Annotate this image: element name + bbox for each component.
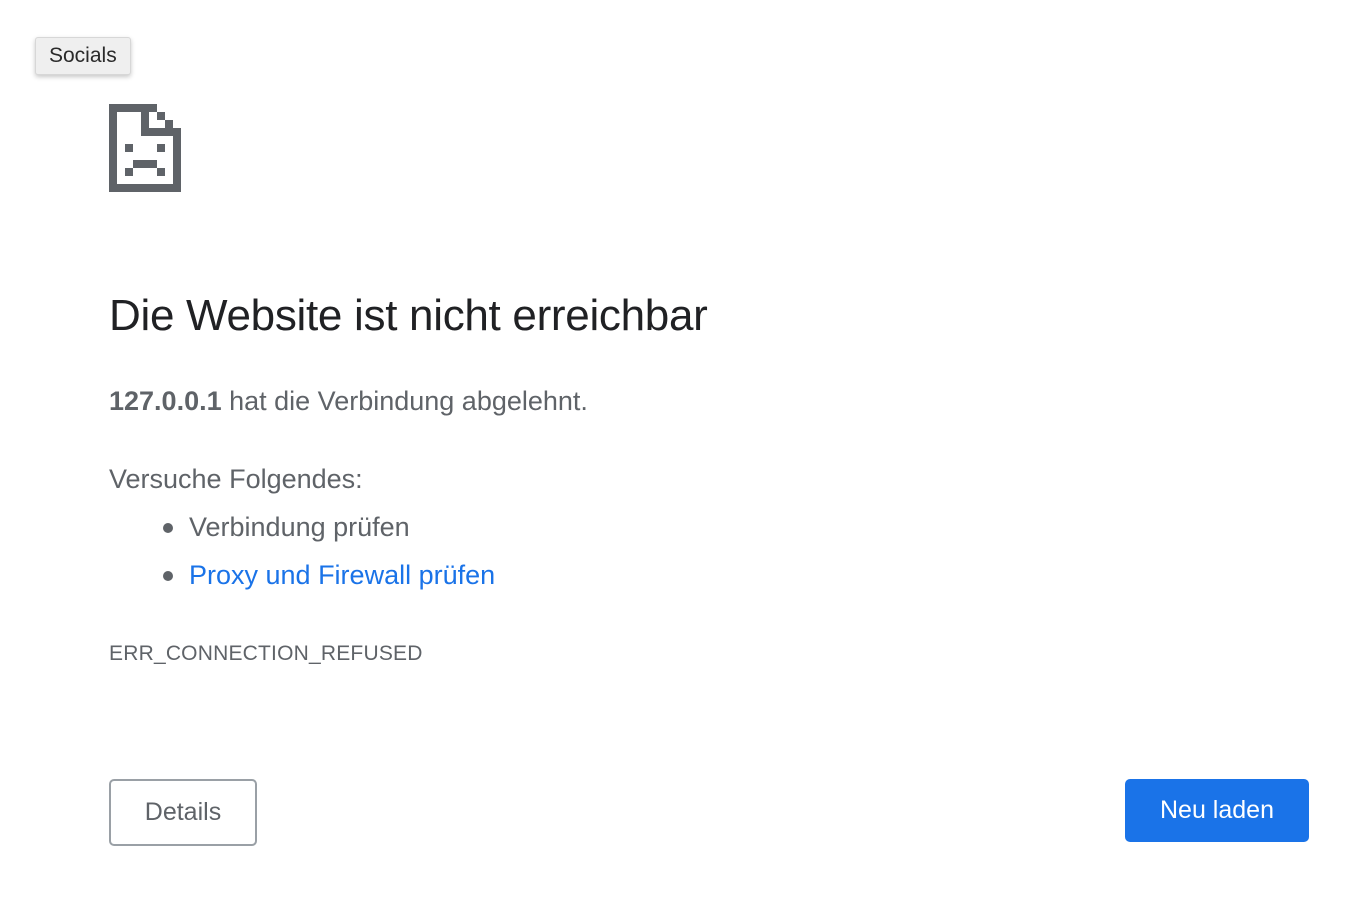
summary-text: hat die Verbindung abgelehnt. [221,386,588,416]
host-name: 127.0.0.1 [109,386,222,416]
reload-button[interactable]: Neu laden [1125,779,1309,842]
suggestion-check-proxy-firewall: Proxy und Firewall prüfen [109,557,495,605]
proxy-firewall-link[interactable]: Proxy und Firewall prüfen [189,560,495,590]
suggestions-heading: Versuche Folgendes: [109,464,363,494]
bullet-icon [163,523,173,533]
error-code: ERR_CONNECTION_REFUSED [109,642,423,665]
suggestions-list: Verbindung prüfen Proxy und Firewall prü… [109,509,495,605]
sad-page-icon [109,104,181,192]
socials-tooltip: Socials [35,37,131,75]
page-title: Die Website ist nicht erreichbar [109,291,708,340]
bullet-icon [163,571,173,581]
suggestion-label: Verbindung prüfen [189,512,410,542]
error-summary: 127.0.0.1 hat die Verbindung abgelehnt. [109,383,588,419]
details-button[interactable]: Details [109,779,257,846]
error-page: Socials Die Website ist nicht erreichbar… [0,0,1352,912]
suggestion-check-connection: Verbindung prüfen [109,509,495,557]
